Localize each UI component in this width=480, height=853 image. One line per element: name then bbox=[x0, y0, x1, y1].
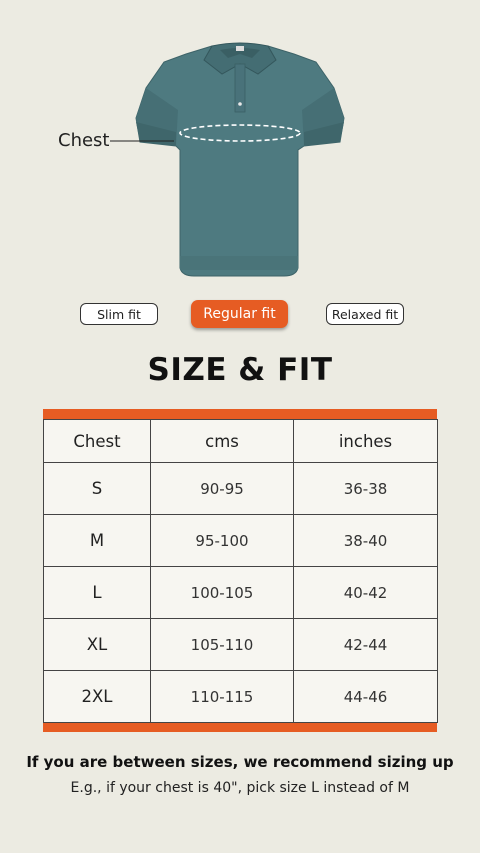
inches-cell: 38-40 bbox=[293, 514, 438, 567]
inches-cell: 40-42 bbox=[293, 566, 438, 619]
chest-label: Chest bbox=[58, 130, 110, 151]
inches-cell: 42-44 bbox=[293, 618, 438, 671]
page-title: SIZE & FIT bbox=[147, 352, 333, 388]
size-cell: M bbox=[43, 514, 151, 567]
regular-fit-button[interactable]: Regular fit bbox=[191, 300, 288, 328]
table-row: XL 105-110 42-44 bbox=[43, 618, 438, 671]
size-cell: 2XL bbox=[43, 670, 151, 723]
size-cell: XL bbox=[43, 618, 151, 671]
inches-cell: 36-38 bbox=[293, 462, 438, 515]
cms-cell: 95-100 bbox=[150, 514, 294, 567]
product-illustration: Chest bbox=[0, 0, 480, 290]
slim-fit-button[interactable]: Slim fit bbox=[80, 303, 158, 325]
cms-cell: 110-115 bbox=[150, 670, 294, 723]
relaxed-fit-button[interactable]: Relaxed fit bbox=[326, 303, 404, 325]
sizing-recommendation: If you are between sizes, we recommend s… bbox=[26, 753, 454, 771]
fit-selector: Slim fit Regular fit Relaxed fit bbox=[0, 300, 480, 333]
header-cms: cms bbox=[150, 419, 294, 463]
size-table-frame: Chest cms inches S 90-95 36-38 M 95-100 … bbox=[43, 409, 438, 732]
size-cell: S bbox=[43, 462, 151, 515]
size-cell: L bbox=[43, 566, 151, 619]
table-row: 2XL 110-115 44-46 bbox=[43, 670, 438, 723]
table-row: L 100-105 40-42 bbox=[43, 566, 438, 619]
cms-cell: 100-105 bbox=[150, 566, 294, 619]
header-chest: Chest bbox=[43, 419, 151, 463]
sizing-example: E.g., if your chest is 40", pick size L … bbox=[70, 780, 410, 796]
inches-cell: 44-46 bbox=[293, 670, 438, 723]
cms-cell: 90-95 bbox=[150, 462, 294, 515]
table-header-row: Chest cms inches bbox=[43, 419, 438, 463]
table-row: M 95-100 38-40 bbox=[43, 514, 438, 567]
size-table: Chest cms inches S 90-95 36-38 M 95-100 … bbox=[43, 419, 438, 723]
header-inches: inches bbox=[293, 419, 438, 463]
cms-cell: 105-110 bbox=[150, 618, 294, 671]
table-row: S 90-95 36-38 bbox=[43, 462, 438, 515]
